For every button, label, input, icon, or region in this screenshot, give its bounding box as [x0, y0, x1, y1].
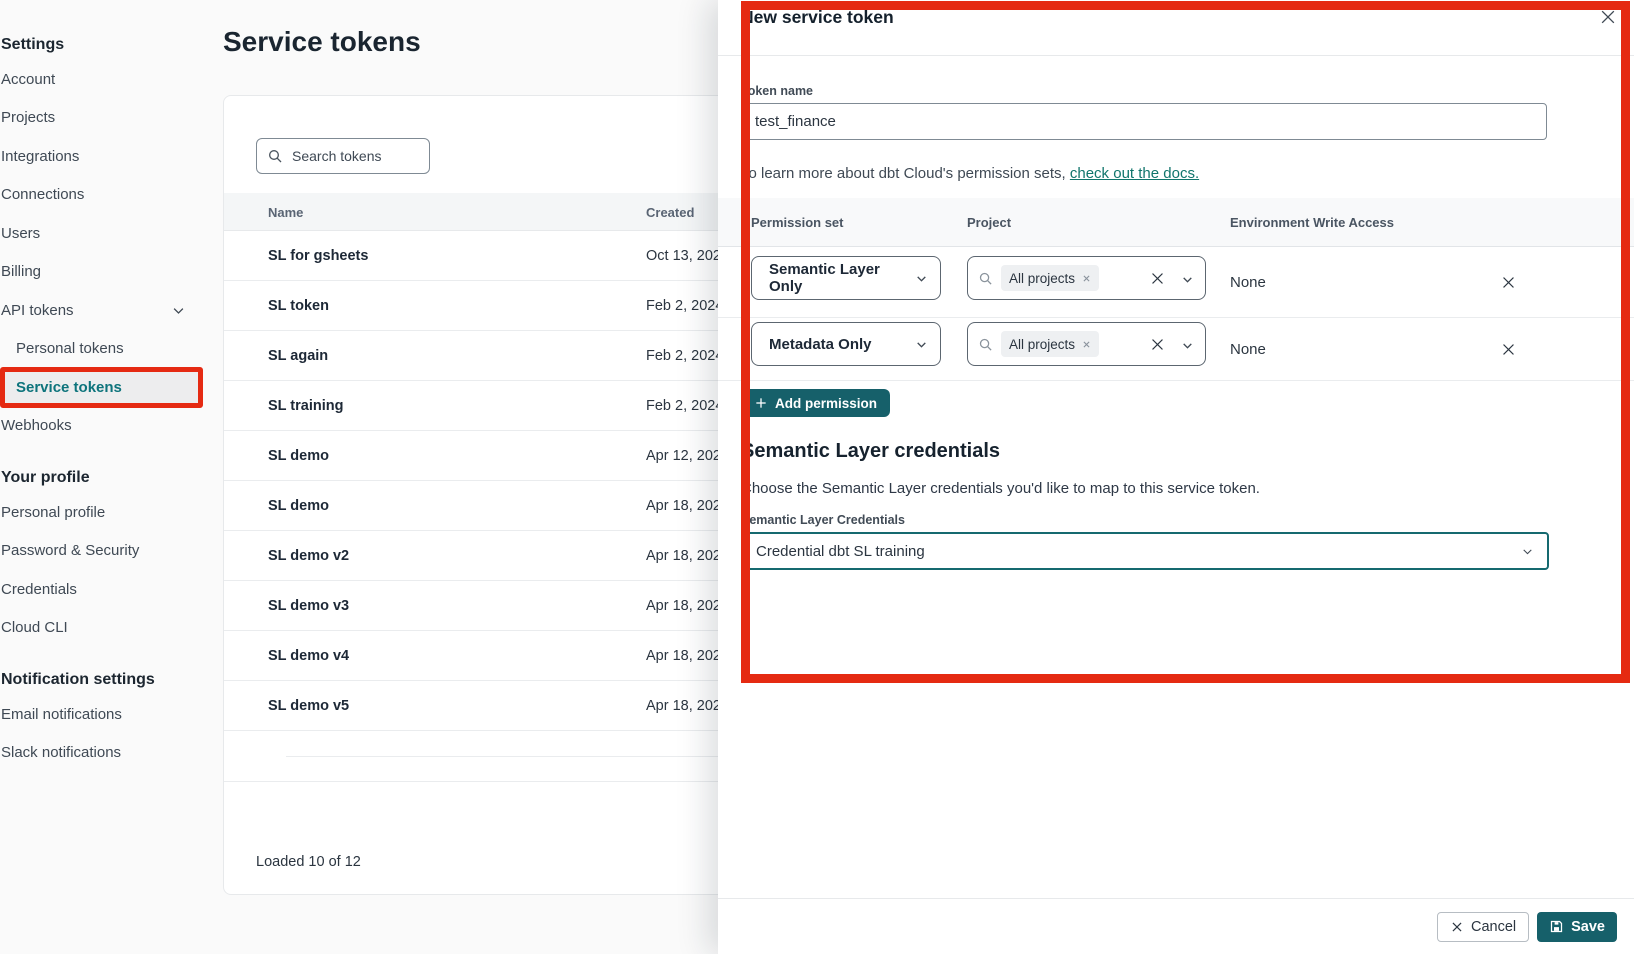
sidebar-heading-your-profile: Your profile: [1, 463, 212, 493]
sidebar-item-integrations[interactable]: Integrations: [1, 137, 212, 176]
search-icon: [978, 271, 993, 286]
chevron-down-icon[interactable]: [1181, 339, 1194, 352]
project-combobox[interactable]: All projects: [967, 256, 1206, 300]
token-name-input[interactable]: [741, 103, 1547, 140]
environment-write-access-value: None: [1230, 318, 1266, 380]
sidebar-item-connections[interactable]: Connections: [1, 176, 212, 215]
sidebar-item-personal-tokens[interactable]: Personal tokens: [1, 330, 212, 369]
clear-selection-icon[interactable]: [1149, 270, 1166, 287]
chip-remove-icon[interactable]: [1082, 274, 1091, 283]
sidebar-item-api-tokens[interactable]: API tokens: [1, 291, 212, 330]
sidebar-item-projects[interactable]: Projects: [1, 99, 212, 138]
project-chip: All projects: [1001, 331, 1099, 357]
search-icon: [978, 337, 993, 352]
save-floppy-icon: [1549, 919, 1564, 934]
add-permission-button[interactable]: Add permission: [741, 389, 890, 417]
token-name-cell: SL training: [268, 381, 343, 431]
semantic-layer-credentials-select[interactable]: Credential dbt SL training: [741, 532, 1549, 570]
save-button[interactable]: Save: [1537, 912, 1617, 942]
token-name-cell: SL demo: [268, 481, 329, 531]
token-name-cell: SL for gsheets: [268, 231, 368, 281]
semantic-layer-credentials-description: Choose the Semantic Layer credentials yo…: [741, 480, 1260, 497]
drawer-header-divider: [718, 55, 1634, 56]
token-name-cell: SL again: [268, 331, 328, 381]
project-chip: All projects: [1001, 265, 1099, 291]
column-header-created: Created: [646, 193, 694, 231]
sidebar-item-account[interactable]: Account: [1, 60, 212, 99]
permission-docs-text: To learn more about dbt Cloud's permissi…: [741, 165, 1199, 182]
drawer-title: New service token: [741, 7, 894, 28]
chevron-down-icon: [1521, 545, 1534, 558]
sidebar-item-billing[interactable]: Billing: [1, 253, 212, 292]
search-tokens-box[interactable]: [256, 138, 430, 174]
settings-sidebar: Settings Account Projects Integrations C…: [0, 0, 212, 772]
column-header-permission-set: Permission set: [751, 198, 844, 247]
sidebar-item-slack-notifications[interactable]: Slack notifications: [1, 734, 212, 773]
token-name-cell: SL token: [268, 281, 329, 331]
chevron-down-icon: [171, 303, 186, 318]
project-combobox[interactable]: All projects: [967, 322, 1206, 366]
semantic-layer-credentials-label: Semantic Layer Credentials: [741, 513, 905, 527]
sidebar-item-password-security[interactable]: Password & Security: [1, 532, 212, 571]
permission-row: Metadata Only All projects None: [718, 318, 1634, 381]
cancel-button[interactable]: Cancel: [1437, 912, 1529, 942]
permissions-table-header: Permission set Project Environment Write…: [718, 198, 1634, 247]
sidebar-item-personal-profile[interactable]: Personal profile: [1, 493, 212, 532]
clear-selection-icon[interactable]: [1149, 336, 1166, 353]
token-name-cell: SL demo v2: [268, 531, 349, 581]
token-name-cell: SL demo: [268, 431, 329, 481]
chevron-down-icon: [915, 272, 928, 285]
column-header-project: Project: [967, 198, 1011, 247]
sidebar-item-cloud-cli[interactable]: Cloud CLI: [1, 609, 212, 648]
new-service-token-drawer: New service token Token name To learn mo…: [718, 0, 1634, 954]
token-name-cell: SL demo v5: [268, 681, 349, 731]
permission-set-select[interactable]: Metadata Only: [751, 322, 941, 366]
permission-row: Semantic Layer Only All projects None: [718, 247, 1634, 318]
permission-set-value: Semantic Layer Only: [769, 261, 915, 295]
sidebar-item-users[interactable]: Users: [1, 214, 212, 253]
remove-permission-icon[interactable]: [1500, 318, 1517, 380]
sidebar-heading-notification-settings: Notification settings: [1, 665, 212, 695]
sidebar-item-credentials[interactable]: Credentials: [1, 570, 212, 609]
drawer-footer: Cancel Save: [718, 898, 1634, 954]
permission-set-value: Metadata Only: [769, 336, 872, 353]
page-title: Service tokens: [223, 26, 421, 58]
token-name-cell: SL demo v4: [268, 631, 349, 681]
sidebar-item-service-tokens[interactable]: Service tokens: [1, 368, 202, 407]
sidebar-heading-settings: Settings: [1, 30, 212, 60]
chip-remove-icon[interactable]: [1082, 340, 1091, 349]
chevron-down-icon[interactable]: [1181, 273, 1194, 286]
search-input[interactable]: [292, 148, 419, 164]
credentials-selected-value: Credential dbt SL training: [756, 543, 925, 560]
docs-link[interactable]: check out the docs.: [1070, 165, 1199, 182]
column-header-environment-write-access: Environment Write Access: [1230, 198, 1394, 247]
semantic-layer-credentials-heading: Semantic Layer credentials: [741, 440, 1000, 463]
token-name-label: Token name: [741, 84, 813, 98]
load-status: Loaded 10 of 12: [256, 854, 361, 870]
permission-set-select[interactable]: Semantic Layer Only: [751, 256, 941, 300]
sidebar-item-email-notifications[interactable]: Email notifications: [1, 695, 212, 734]
plus-icon: [754, 396, 768, 410]
chevron-down-icon: [915, 338, 928, 351]
remove-permission-icon[interactable]: [1500, 247, 1517, 317]
sidebar-item-webhooks[interactable]: Webhooks: [1, 407, 212, 446]
search-icon: [267, 148, 283, 164]
close-icon: [1450, 920, 1464, 934]
environment-write-access-value: None: [1230, 247, 1266, 317]
close-icon[interactable]: [1598, 6, 1620, 28]
column-header-name: Name: [268, 193, 303, 231]
token-name-cell: SL demo v3: [268, 581, 349, 631]
